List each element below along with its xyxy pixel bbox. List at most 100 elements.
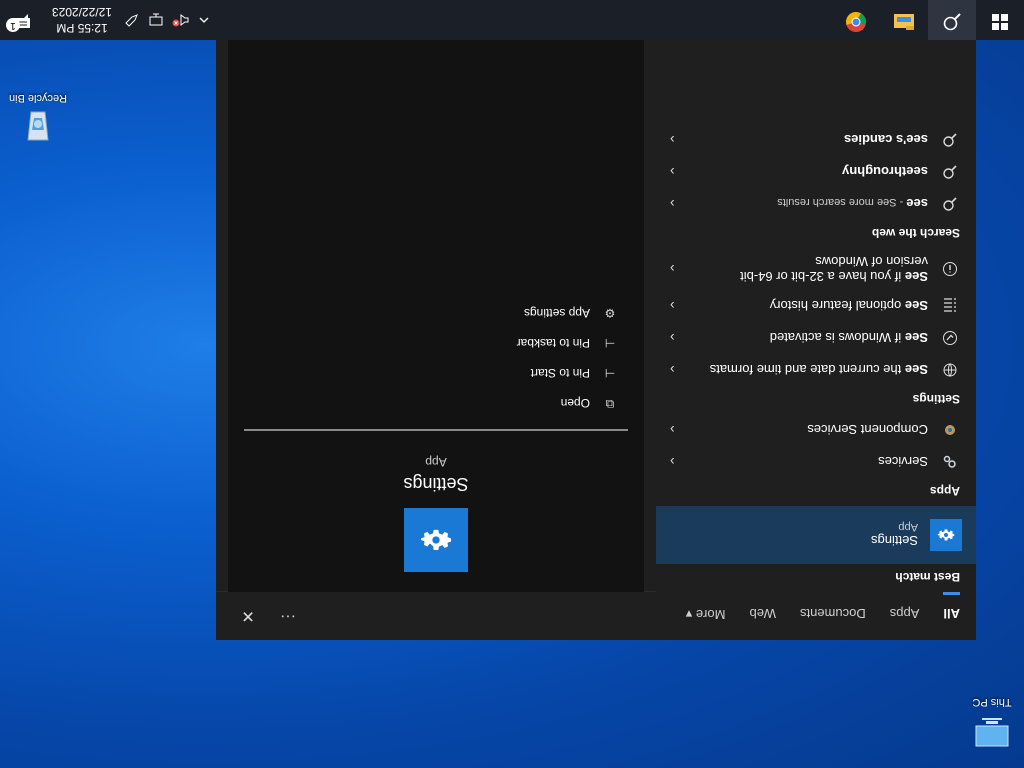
result-label: See if you have a 32-bit or 64-bit versi… (672, 254, 928, 284)
settings-gear-icon (930, 519, 962, 551)
clock[interactable]: 12:55 PM 12/22/2023 (44, 4, 120, 36)
section-heading-best-match: Best match (895, 570, 960, 584)
search-icon (940, 130, 960, 150)
web-result-seethroughny[interactable]: seethroughny › (656, 156, 976, 188)
results-list: Best match Settings App Apps Services › (656, 40, 976, 592)
chevron-up-icon[interactable] (192, 0, 216, 40)
result-rest-text: - See more search results (777, 196, 907, 209)
result-optional-feature-history[interactable]: See optional feature history › (656, 290, 976, 322)
result-label: See optional feature history (740, 299, 928, 314)
pen-icon[interactable] (120, 0, 144, 40)
desktop-icon-this-pc[interactable]: This PC (956, 696, 1024, 752)
chrome-button[interactable] (832, 0, 880, 40)
open-window-icon: ⧉ (605, 397, 615, 411)
result-label: See if Windows is activated (740, 331, 928, 346)
chevron-right-icon[interactable]: › (670, 164, 675, 180)
recycle-bin-icon (18, 108, 58, 148)
result-rest-text: the current date and time formats (709, 362, 905, 378)
result-component-services[interactable]: Component Services › (656, 414, 976, 446)
tab-documents[interactable]: Documents (800, 592, 866, 621)
clock-date: 12/22/2023 (51, 5, 113, 19)
chevron-right-icon[interactable]: › (670, 422, 675, 438)
globe-clock-icon (940, 360, 960, 380)
pin-icon: ⊣ (604, 366, 616, 380)
result-windows-activated[interactable]: See if Windows is activated › (656, 322, 976, 354)
list-icon (940, 296, 960, 316)
close-button[interactable]: ✕ (228, 606, 268, 626)
action-pin-to-taskbar[interactable]: ⊣ Pin to taskbar (228, 328, 644, 358)
panel-controls: ··· ✕ (228, 592, 308, 640)
start-button[interactable] (976, 0, 1024, 40)
match-text: See (904, 362, 928, 378)
search-icon (940, 194, 960, 214)
search-button[interactable] (928, 0, 976, 40)
action-label: Open (560, 396, 590, 411)
notification-count: 1 (6, 18, 20, 33)
result-label: see - See more search results (747, 197, 928, 212)
search-tabs: All Apps Documents Web More ▾ ··· ✕ (216, 591, 976, 640)
result-label: Component Services (807, 422, 928, 438)
taskbar: 12:55 PM 12/22/2023 1 (0, 0, 1024, 40)
match-text: See (904, 269, 928, 284)
chrome-icon (845, 7, 867, 34)
desktop: Recycle Bin This PC All Apps Documents W… (0, 0, 1024, 768)
best-match-settings[interactable]: Settings App (656, 506, 976, 564)
match-text: see's candies (843, 132, 928, 148)
section-heading-web: Search the web (871, 226, 960, 240)
result-date-time-formats[interactable]: See the current date and time formats › (656, 354, 976, 386)
system-tray: 12:55 PM 12/22/2023 1 (0, 0, 216, 40)
match-text: seethroughny (842, 164, 928, 180)
result-services[interactable]: Services › (656, 446, 976, 478)
pin-icon: ⊣ (604, 336, 616, 350)
more-options-button[interactable]: ··· (268, 607, 308, 625)
result-rest-text: if you have a 32-bit or 64-bit version o… (740, 254, 928, 284)
computer-icon (972, 712, 1012, 752)
desktop-icon-recycle-bin[interactable]: Recycle Bin (2, 92, 74, 148)
result-rest-text: optional feature history (769, 298, 905, 314)
result-32-or-64-bit[interactable]: See if you have a 32-bit or 64-bit versi… (656, 248, 976, 290)
check-circle-icon (940, 328, 960, 348)
action-center-button[interactable]: 1 (0, 11, 44, 33)
result-label: seethroughny (812, 165, 928, 180)
volume-muted-icon[interactable] (168, 0, 192, 40)
folder-icon (893, 9, 915, 32)
tab-web[interactable]: Web (749, 592, 776, 621)
chevron-right-icon[interactable]: › (670, 298, 675, 314)
section-heading-apps: Apps (930, 484, 960, 498)
chevron-right-icon[interactable]: › (670, 330, 675, 346)
component-services-icon (940, 420, 960, 440)
tab-more[interactable]: More ▾ (686, 592, 726, 622)
chevron-right-icon[interactable]: › (670, 454, 675, 470)
action-label: Pin to taskbar (516, 336, 590, 350)
match-text: See (904, 330, 928, 346)
tab-apps[interactable]: Apps (890, 592, 920, 621)
result-label: Services (878, 454, 928, 470)
preview-title: Settings (403, 474, 469, 494)
result-rest-text: if Windows is activated (769, 330, 905, 346)
chevron-right-icon[interactable]: › (670, 261, 675, 277)
network-icon[interactable] (144, 0, 168, 40)
search-icon (940, 162, 960, 182)
chevron-right-icon[interactable]: › (670, 132, 675, 148)
file-explorer-button[interactable] (880, 0, 928, 40)
chevron-right-icon[interactable]: › (670, 196, 675, 212)
action-open[interactable]: ⧉ Open (228, 388, 644, 419)
chevron-right-icon[interactable]: › (670, 362, 675, 378)
action-pin-to-start[interactable]: ⊣ Pin to Start (228, 358, 644, 388)
action-label: App settings (523, 306, 590, 320)
match-text: see (906, 196, 928, 212)
best-match-subtitle: App (898, 521, 918, 534)
result-label: see's candies (814, 133, 928, 148)
section-heading-settings: Settings (912, 392, 960, 406)
search-icon (942, 8, 962, 33)
action-app-settings[interactable]: ⚙ App settings (228, 298, 644, 328)
tab-all[interactable]: All (943, 592, 960, 621)
preview-subtitle: App (425, 455, 447, 469)
preview-pane: Settings App ⧉ Open ⊣ Pin to Start ⊣ Pin… (228, 40, 644, 592)
web-result-sees-candies[interactable]: see's candies › (656, 124, 976, 156)
clock-time: 12:55 PM (56, 21, 108, 35)
action-label: Pin to Start (530, 366, 590, 380)
web-result-see[interactable]: see - See more search results › (656, 188, 976, 220)
divider (244, 429, 628, 431)
search-panel: All Apps Documents Web More ▾ ··· ✕ Best… (216, 40, 976, 640)
